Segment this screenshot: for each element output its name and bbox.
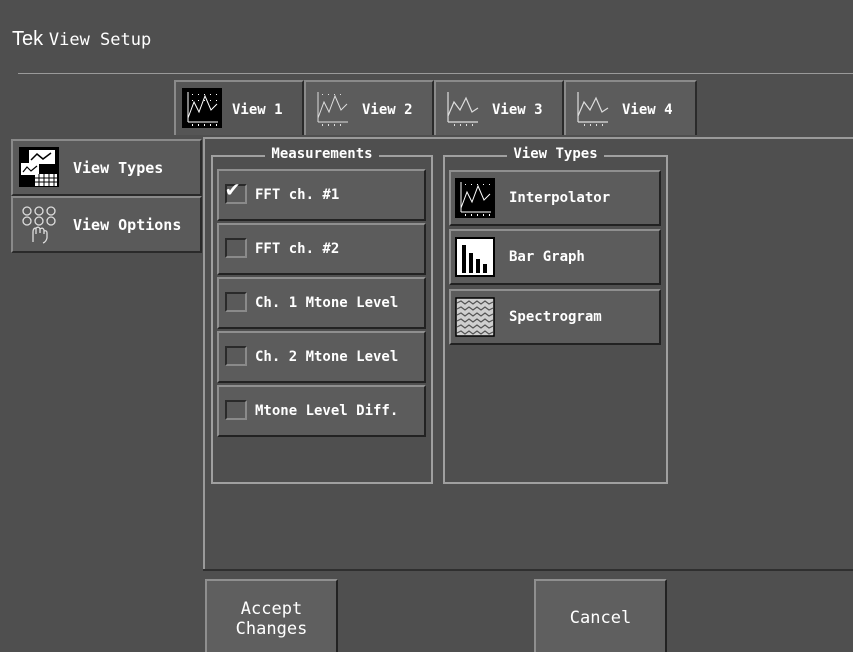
measurement-label: Ch. 2 Mtone Level [255,349,399,365]
accept-changes-button[interactable]: Accept Changes [205,579,338,652]
tab-view-2[interactable]: View 2 [304,80,434,135]
interpolator-icon [455,178,495,218]
tab-view-4[interactable]: View 4 [564,80,697,135]
line-graph-icon [577,92,609,126]
title-bar: Tek View Setup [0,0,853,72]
bar-graph-icon [455,237,495,277]
checkmark-icon: ✔ [226,177,240,202]
view-types-title: View Types [445,146,666,162]
title-label: View Setup [48,30,152,50]
measurement-label: Ch. 1 Mtone Level [255,295,399,311]
checkbox[interactable] [225,238,247,258]
measurement-fft-ch2[interactable]: FFT ch. #2 [217,223,426,275]
title-divider [18,73,853,74]
view-types-icon [19,147,59,187]
view-type-label: Spectrogram [509,309,602,325]
sidebar-item-label: View Types [73,159,164,177]
cancel-button[interactable]: Cancel [534,579,667,652]
view-type-label: Bar Graph [509,249,585,265]
measurements-title-label: Measurements [265,146,379,162]
measurement-fft-ch1[interactable]: ✔ FFT ch. #1 [217,169,426,221]
tab-label: View 3 [492,102,543,118]
view-type-label: Interpolator [509,190,611,206]
checkbox[interactable] [225,400,247,420]
interpolator-graph-icon [317,92,348,126]
measurement-mtone-level-diff[interactable]: Mtone Level Diff. [217,385,426,437]
line-graph-icon [447,92,479,126]
tab-label: View 1 [232,102,283,118]
checkbox[interactable] [225,346,247,366]
measurements-title: Measurements [213,146,431,162]
measurement-label: FFT ch. #2 [255,241,340,257]
spectrogram-icon [455,297,495,337]
accept-label-line1: Accept [240,599,303,619]
panel-bottom-divider [203,569,853,571]
view-types-title-label: View Types [507,146,604,162]
checkbox[interactable] [225,292,247,312]
measurement-ch1-mtone-level[interactable]: Ch. 1 Mtone Level [217,277,426,329]
tab-label: View 2 [362,102,413,118]
view-type-bar-graph[interactable]: Bar Graph [449,229,661,285]
view-options-icon [22,206,56,244]
measurement-label: FFT ch. #1 [255,187,340,203]
view-setup-window: Tek View Setup View 1 View 2 View 3 View… [0,0,853,652]
measurement-label: Mtone Level Diff. [255,403,399,419]
sidebar-item-label: View Options [73,216,182,234]
view-type-interpolator[interactable]: Interpolator [449,170,661,226]
sidebar-item-view-types[interactable]: View Types [11,139,202,196]
interpolator-graph-icon [182,88,222,128]
tab-label: View 4 [622,102,673,118]
brand-label: Tek [12,28,44,50]
sidebar-item-view-options[interactable]: View Options [11,196,202,253]
tab-view-3[interactable]: View 3 [434,80,564,135]
view-type-spectrogram[interactable]: Spectrogram [449,289,661,345]
accept-label-line2: Changes [235,619,308,639]
measurement-ch2-mtone-level[interactable]: Ch. 2 Mtone Level [217,331,426,383]
tab-view-1[interactable]: View 1 [174,80,304,135]
cancel-label: Cancel [569,608,632,628]
window-title: Tek View Setup [12,28,151,51]
